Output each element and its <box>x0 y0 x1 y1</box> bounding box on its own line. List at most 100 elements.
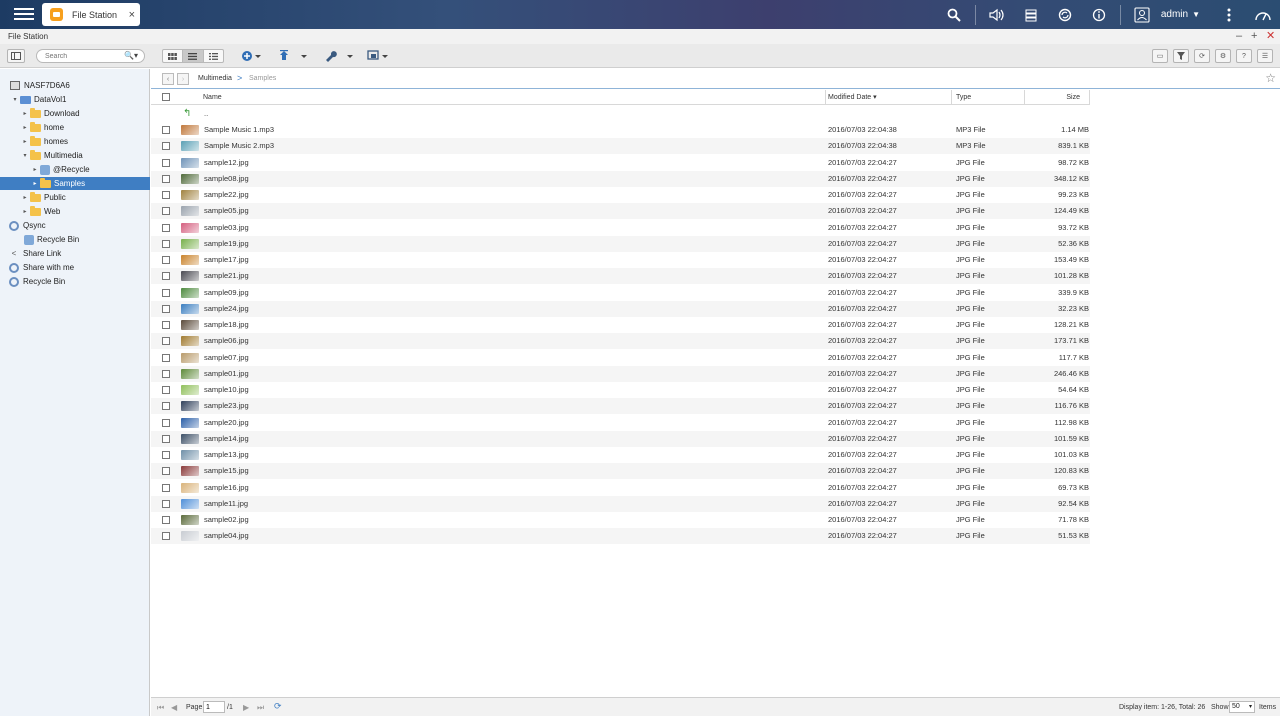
select-all-checkbox[interactable] <box>162 93 170 101</box>
table-row[interactable]: sample22.jpg 2016/07/03 22:04:27 JPG File 9… <box>151 187 1090 203</box>
forward-button[interactable]: › <box>177 73 189 85</box>
table-row[interactable]: sample07.jpg 2016/07/03 22:04:27 JPG File 1… <box>151 350 1090 366</box>
next-page-icon[interactable]: ▶ <box>243 702 249 713</box>
upload-button[interactable] <box>277 48 309 64</box>
stack-icon[interactable] <box>1014 0 1048 29</box>
app-tab-file-station[interactable]: File Station × <box>42 3 140 26</box>
row-checkbox[interactable] <box>162 191 170 199</box>
more-icon[interactable] <box>1212 0 1246 29</box>
table-row[interactable]: sample15.jpg 2016/07/03 22:04:27 JPG File 1… <box>151 463 1090 480</box>
tree-item-recycle-bin[interactable]: Recycle Bin <box>0 275 150 288</box>
row-checkbox[interactable] <box>162 174 170 183</box>
tree-item-nas[interactable]: NASF7D6A6 <box>0 79 150 92</box>
create-button[interactable] <box>239 48 263 64</box>
row-checkbox[interactable] <box>162 239 170 248</box>
row-checkbox[interactable] <box>162 207 170 216</box>
column-header-type[interactable]: Type <box>952 90 1025 105</box>
row-checkbox[interactable] <box>162 386 170 394</box>
expand-arrow-icon[interactable]: ▸ <box>30 180 40 187</box>
user-dropdown-icon[interactable]: ▼ <box>1192 10 1200 19</box>
items-per-page-select[interactable]: 50 ▾ <box>1229 701 1255 713</box>
row-checkbox[interactable] <box>162 288 170 297</box>
table-row[interactable]: sample12.jpg 2016/07/03 22:04:27 JPG File 9… <box>151 155 1090 171</box>
background-task-icon[interactable]: ☰ <box>1257 49 1273 63</box>
tree-item-qsync-recycle-bin[interactable]: Recycle Bin <box>0 233 150 246</box>
row-checkbox[interactable] <box>162 353 170 362</box>
maximize-button[interactable]: + <box>1251 30 1257 42</box>
row-checkbox[interactable] <box>162 272 170 281</box>
settings-icon[interactable]: ⚙ <box>1215 49 1231 63</box>
table-row[interactable]: sample16.jpg 2016/07/03 22:04:27 JPG File 6… <box>151 480 1090 496</box>
volume-icon[interactable] <box>980 0 1014 29</box>
tree-item-samples[interactable]: ▸ Samples <box>0 177 150 190</box>
table-row[interactable]: sample08.jpg 2016/07/03 22:04:27 JPG File 3… <box>151 170 1090 187</box>
table-row[interactable]: sample17.jpg 2016/07/03 22:04:27 JPG File 1… <box>151 252 1090 268</box>
table-row[interactable]: sample09.jpg 2016/07/03 22:04:27 JPG File 3… <box>151 285 1090 301</box>
tree-item-share-with-me[interactable]: Share with me <box>0 261 150 274</box>
tree-item-home[interactable]: ▸ home <box>0 121 150 134</box>
first-page-icon[interactable]: ⏮ <box>157 702 164 713</box>
table-row[interactable]: sample11.jpg 2016/07/03 22:04:27 JPG File 9… <box>151 495 1090 512</box>
search-field[interactable]: 🔍▾ <box>36 49 145 63</box>
preview-panel-icon[interactable]: ▭ <box>1152 49 1168 63</box>
table-row[interactable]: sample06.jpg 2016/07/03 22:04:27 JPG File 1… <box>151 333 1090 350</box>
refresh-icon[interactable]: ⟳ <box>1194 49 1210 63</box>
refresh-list-icon[interactable]: ⟳ <box>274 701 282 712</box>
user-name[interactable]: admin <box>1161 9 1188 20</box>
row-checkbox[interactable] <box>162 256 170 264</box>
table-row[interactable]: sample01.jpg 2016/07/03 22:04:27 JPG File 2… <box>151 365 1090 382</box>
table-row[interactable]: sample21.jpg 2016/07/03 22:04:27 JPG File 1… <box>151 268 1090 285</box>
tools-button[interactable] <box>323 48 355 64</box>
expand-arrow-icon[interactable]: ▸ <box>20 110 30 117</box>
table-row[interactable]: sample23.jpg 2016/07/03 22:04:27 JPG File 1… <box>151 398 1090 415</box>
remote-mount-button[interactable] <box>366 48 390 64</box>
info-icon[interactable] <box>1082 0 1116 29</box>
row-checkbox[interactable] <box>162 516 170 524</box>
tree-item-download[interactable]: ▸ Download <box>0 107 150 120</box>
row-checkbox[interactable] <box>162 402 170 411</box>
help-icon[interactable]: ? <box>1236 49 1252 63</box>
tree-item-share-link[interactable]: < Share Link <box>0 247 150 260</box>
row-checkbox[interactable] <box>162 321 170 329</box>
row-checkbox[interactable] <box>162 451 170 459</box>
row-checkbox[interactable] <box>162 483 170 492</box>
search-input[interactable] <box>45 50 125 62</box>
tree-item-qsync[interactable]: Qsync <box>0 219 150 232</box>
close-window-button[interactable]: ✕ <box>1266 30 1275 42</box>
row-checkbox[interactable] <box>162 369 170 378</box>
table-row[interactable]: sample14.jpg 2016/07/03 22:04:27 JPG File 1… <box>151 430 1090 447</box>
row-checkbox[interactable] <box>162 142 170 151</box>
row-checkbox[interactable] <box>162 304 170 313</box>
expand-arrow-icon[interactable]: ▸ <box>20 208 30 215</box>
expand-arrow-icon[interactable]: ▸ <box>30 166 40 173</box>
sync-icon[interactable] <box>1048 0 1082 29</box>
favorite-star-icon[interactable]: ☆ <box>1265 71 1276 85</box>
breadcrumb-samples[interactable]: Samples <box>249 75 276 82</box>
table-row[interactable]: sample20.jpg 2016/07/03 22:04:27 JPG File 1… <box>151 415 1090 431</box>
collapse-arrow-icon[interactable]: ▾ <box>20 152 30 159</box>
row-checkbox[interactable] <box>162 126 170 134</box>
table-row[interactable]: sample02.jpg 2016/07/03 22:04:27 JPG File 7… <box>151 512 1090 528</box>
filter-icon[interactable] <box>1173 49 1189 63</box>
page-number-input[interactable] <box>203 701 225 713</box>
tree-item-web[interactable]: ▸ Web <box>0 205 150 218</box>
back-button[interactable]: ‹ <box>162 73 174 85</box>
user-icon[interactable] <box>1125 0 1159 29</box>
tree-item-multimedia[interactable]: ▾ Multimedia <box>0 149 150 162</box>
row-checkbox[interactable] <box>162 467 170 476</box>
minimize-button[interactable]: – <box>1236 30 1242 42</box>
column-header-size[interactable]: Size <box>1025 90 1090 105</box>
table-row[interactable]: Sample Music 1.mp3 2016/07/03 22:04:38 MP3… <box>151 122 1090 138</box>
tree-item-public[interactable]: ▸ Public <box>0 191 150 204</box>
table-row[interactable]: sample13.jpg 2016/07/03 22:04:27 JPG File 1… <box>151 447 1090 463</box>
table-row[interactable]: sample19.jpg 2016/07/03 22:04:27 JPG File 5… <box>151 235 1090 252</box>
row-checkbox[interactable] <box>162 158 170 167</box>
column-header-name[interactable]: Name <box>203 90 826 105</box>
list-view-icon[interactable] <box>183 50 204 62</box>
table-row[interactable]: Sample Music 2.mp3 2016/07/03 22:04:38 MP3… <box>151 138 1090 155</box>
expand-arrow-icon[interactable]: ▸ <box>20 124 30 131</box>
collapse-arrow-icon[interactable]: ▾ <box>10 96 20 103</box>
table-row[interactable]: sample05.jpg 2016/07/03 22:04:27 JPG File 1… <box>151 203 1090 220</box>
thumbnail-view-icon[interactable] <box>163 50 184 62</box>
detail-view-icon[interactable] <box>204 50 223 62</box>
